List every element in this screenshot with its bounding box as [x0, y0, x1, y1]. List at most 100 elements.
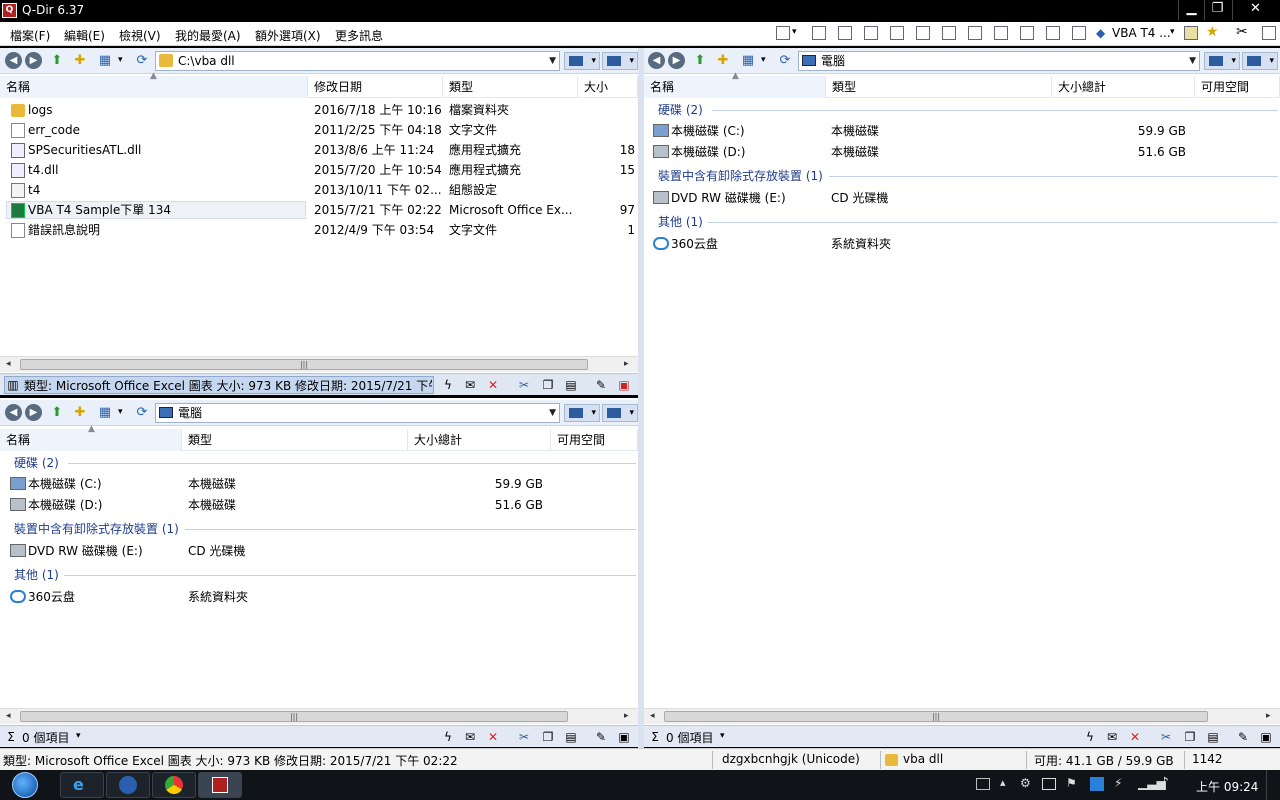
browser-taskbar-button[interactable] [106, 772, 150, 798]
forward-arrow-icon[interactable]: ▶ [25, 52, 42, 69]
app-tray-icon[interactable] [1090, 777, 1104, 791]
layout-5-icon[interactable] [916, 26, 930, 40]
tray-settings-icon[interactable]: ⚙ [1020, 776, 1031, 790]
close-button[interactable]: ✕ [1232, 0, 1278, 20]
chevron-down-icon[interactable]: ▼ [1189, 52, 1196, 70]
up-folder-icon[interactable]: ⬆ [49, 405, 65, 421]
window-icon[interactable] [1262, 26, 1276, 40]
copy-icon[interactable]: ❐ [541, 378, 555, 392]
up-folder-icon[interactable]: ⬆ [692, 53, 708, 69]
scroll-right-icon[interactable]: ▸ [1266, 711, 1271, 721]
group-header[interactable]: 其他 (1) [658, 211, 703, 233]
list-item[interactable]: DVD RW 磁碟機 (E:) CD 光碟機 [644, 188, 1280, 208]
chevron-down-icon[interactable]: ▾ [792, 27, 797, 37]
layout-4-icon[interactable] [890, 26, 904, 40]
edit-icon[interactable]: ✎ [594, 730, 608, 744]
refresh-icon[interactable]: ⟳ [777, 53, 793, 69]
col-type[interactable]: 類型 [182, 429, 408, 451]
col-free[interactable]: 可用空間 [551, 429, 638, 451]
qdir-taskbar-button[interactable] [198, 772, 242, 798]
scroll-thumb[interactable]: ||| [20, 711, 568, 722]
scroll-right-icon[interactable]: ▸ [624, 711, 629, 721]
lightning-icon[interactable]: ϟ [441, 730, 455, 744]
new-folder-icon[interactable]: ✚ [715, 53, 731, 69]
list-item[interactable]: 本機磁碟 (D:) 本機磁碟 51.6 GB [644, 142, 1280, 162]
menu-extras[interactable]: 額外選項(X) [255, 27, 321, 44]
table-row[interactable]: t4.dll 2015/7/20 上午 10:54 應用程式擴充 15 [0, 160, 638, 180]
view-mode-button[interactable]: ▾ [564, 404, 600, 422]
paste-icon[interactable]: ▤ [564, 378, 578, 392]
scroll-thumb[interactable]: ||| [664, 711, 1208, 722]
usb-icon[interactable]: ⚡ [1114, 776, 1122, 790]
volume-icon[interactable]: ♪ [1160, 775, 1169, 791]
chevron-down-icon[interactable]: ▼ [549, 52, 556, 70]
cut-icon[interactable]: ✂ [517, 378, 531, 392]
menu-edit[interactable]: 編輯(E) [64, 27, 105, 44]
mail-icon[interactable]: ✉ [1105, 730, 1119, 744]
layout-icon[interactable] [776, 26, 790, 40]
col-free[interactable]: 可用空間 [1195, 76, 1280, 98]
monitor-icon[interactable] [1042, 778, 1056, 790]
layout-3-icon[interactable] [864, 26, 878, 40]
mail-icon[interactable]: ✉ [463, 730, 477, 744]
layout-2-icon[interactable] [838, 26, 852, 40]
delete-icon[interactable]: ✕ [486, 730, 500, 744]
table-row[interactable]: logs 2016/7/18 上午 10:16 檔案資料夾 [0, 100, 638, 120]
chrome-taskbar-button[interactable] [152, 772, 196, 798]
list-item[interactable]: 本機磁碟 (C:) 本機磁碟 59.9 GB [0, 474, 638, 494]
scroll-left-icon[interactable]: ◂ [6, 359, 11, 369]
layout-9-icon[interactable] [1020, 26, 1034, 40]
delete-icon[interactable]: ✕ [1128, 730, 1142, 744]
horizontal-scrollbar[interactable]: ◂ ||| ▸ [644, 708, 1280, 724]
table-row[interactable]: 錯誤訊息說明 2012/4/9 下午 03:54 文字文件 1 [0, 220, 638, 240]
clock[interactable]: 上午 09:24 [1196, 778, 1258, 795]
tray-arrow-icon[interactable]: ▴ [1000, 776, 1006, 789]
mail-icon[interactable]: ✉ [463, 378, 477, 392]
menu-info[interactable]: 更多訊息 [335, 27, 383, 44]
table-row[interactable]: t4 2013/10/11 下午 02... 組態設定 [0, 180, 638, 200]
scroll-left-icon[interactable]: ◂ [650, 711, 655, 721]
forward-arrow-icon[interactable]: ▶ [668, 52, 685, 69]
new-folder-icon[interactable]: ✚ [72, 53, 88, 69]
layout-10-icon[interactable] [1046, 26, 1060, 40]
table-row[interactable]: SPSecuritiesATL.dll 2013/8/6 上午 11:24 應用… [0, 140, 638, 160]
view-mode-button[interactable]: ▾ [564, 52, 600, 70]
copy-icon[interactable]: ❐ [541, 730, 555, 744]
view-mode-button[interactable]: ▾ [1204, 52, 1240, 70]
pane-mode-button[interactable]: ▾ [602, 404, 638, 422]
back-arrow-icon[interactable]: ◀ [5, 52, 22, 69]
start-button[interactable] [2, 770, 52, 800]
group-header[interactable]: 裝置中含有卸除式存放裝置 (1) [14, 518, 179, 540]
table-row[interactable]: err_code 2011/2/25 下午 04:18 文字文件 [0, 120, 638, 140]
properties-icon[interactable]: ▣ [617, 378, 631, 392]
list-item[interactable]: 本機磁碟 (C:) 本機磁碟 59.9 GB [644, 121, 1280, 141]
address-input[interactable]: C:\vba dll ▼ [155, 51, 560, 71]
tools-icon[interactable]: ✂ [1236, 24, 1248, 40]
list-item[interactable]: DVD RW 磁碟機 (E:) CD 光碟機 [0, 541, 638, 561]
back-arrow-icon[interactable]: ◀ [5, 404, 22, 421]
new-folder-icon[interactable]: ✚ [72, 405, 88, 421]
maximize-button[interactable]: ❐ [1204, 0, 1230, 20]
layout-8-icon[interactable] [994, 26, 1008, 40]
scroll-thumb[interactable]: ||| [20, 359, 588, 370]
show-desktop-button[interactable] [1266, 770, 1280, 800]
chevron-down-icon[interactable]: ▾ [761, 55, 766, 65]
horizontal-scrollbar[interactable]: ◂ ||| ▸ [0, 708, 638, 724]
edit-icon[interactable]: ✎ [1236, 730, 1250, 744]
group-header[interactable]: 硬碟 (2) [14, 452, 59, 474]
pane-mode-button[interactable]: ▾ [602, 52, 638, 70]
layout-1-icon[interactable] [812, 26, 826, 40]
cut-icon[interactable]: ✂ [517, 730, 531, 744]
layout-6-icon[interactable] [942, 26, 956, 40]
chevron-down-icon[interactable]: ▾ [1170, 27, 1175, 37]
list-item[interactable]: 360云盘 系統資料夾 [644, 234, 1280, 254]
forward-arrow-icon[interactable]: ▶ [25, 404, 42, 421]
paste-icon[interactable]: ▤ [1206, 730, 1220, 744]
grid-view-icon[interactable]: ▦ [97, 53, 113, 69]
layout-11-icon[interactable] [1072, 26, 1086, 40]
refresh-icon[interactable]: ⟳ [134, 405, 150, 421]
group-header[interactable]: 裝置中含有卸除式存放裝置 (1) [658, 165, 823, 187]
col-size[interactable]: 大小 [578, 76, 638, 98]
pane-mode-button[interactable]: ▾ [1242, 52, 1278, 70]
scroll-right-icon[interactable]: ▸ [624, 359, 629, 369]
